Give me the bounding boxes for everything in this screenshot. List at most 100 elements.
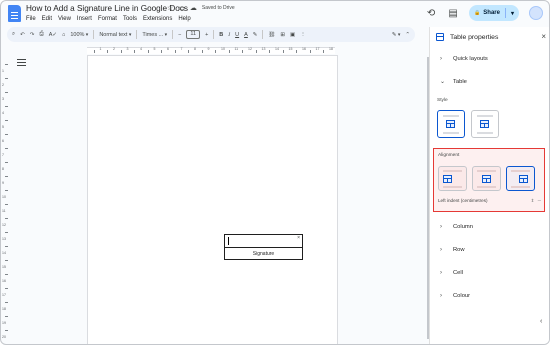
ruler-number: 8 bbox=[2, 167, 4, 171]
redo-icon[interactable]: ↷ bbox=[30, 32, 35, 38]
ruler-tick bbox=[201, 50, 203, 53]
chevron-right-icon: › bbox=[440, 270, 442, 276]
editing-mode-icon[interactable]: ✎ bbox=[392, 32, 401, 38]
more-options-icon[interactable]: ⋮ bbox=[300, 32, 306, 38]
avatar[interactable] bbox=[529, 6, 543, 20]
docs-logo-icon[interactable] bbox=[8, 5, 21, 22]
section-quick-layouts[interactable]: › Quick layouts bbox=[440, 56, 488, 62]
style-select[interactable]: Normal text bbox=[99, 32, 131, 38]
ruler-number: 7 bbox=[2, 153, 4, 157]
ruler-tick bbox=[296, 50, 298, 53]
underline-button[interactable]: U bbox=[235, 32, 239, 38]
ruler-number: 4 bbox=[140, 47, 142, 51]
section-colour[interactable]: › Colour bbox=[440, 293, 470, 299]
section-cell[interactable]: › Cell bbox=[440, 270, 463, 276]
ruler-number: 19 bbox=[2, 321, 6, 325]
ruler-tick bbox=[5, 64, 8, 65]
ruler-tick bbox=[5, 78, 8, 79]
ruler-tick bbox=[147, 50, 149, 53]
version-history-icon[interactable]: ⟲ bbox=[425, 8, 437, 19]
align-left-option[interactable] bbox=[438, 166, 467, 191]
text-color-button[interactable]: A bbox=[244, 32, 248, 38]
menu-file[interactable]: File bbox=[26, 16, 36, 22]
ruler-tick bbox=[5, 148, 8, 149]
signature-table[interactable]: × Signature bbox=[224, 234, 303, 260]
ruler-tick bbox=[5, 120, 8, 121]
close-icon[interactable]: × bbox=[541, 32, 546, 41]
ruler-number: 13 bbox=[261, 47, 266, 51]
ruler-tick bbox=[5, 134, 8, 135]
ruler-number: 8 bbox=[194, 47, 196, 51]
ruler-number: 4 bbox=[2, 111, 4, 115]
ruler-tick bbox=[5, 204, 8, 205]
paint-format-icon[interactable]: ⌂ bbox=[62, 32, 65, 38]
search-menus-icon[interactable]: ⌕ bbox=[12, 31, 15, 38]
document-page[interactable]: × Signature bbox=[87, 55, 338, 344]
menu-extensions[interactable]: Extensions bbox=[143, 16, 172, 22]
document-title[interactable]: How to Add a Signature Line in Google Do… bbox=[26, 4, 188, 13]
signature-label-cell[interactable]: Signature bbox=[225, 248, 302, 260]
align-right-option[interactable] bbox=[506, 166, 535, 191]
ruler-tick bbox=[228, 50, 230, 53]
show-side-panel-icon[interactable]: ‹ bbox=[540, 318, 548, 328]
hide-menus-icon[interactable]: ⌃ bbox=[405, 32, 410, 38]
ruler-number: 15 bbox=[2, 265, 6, 269]
ruler-number: 6 bbox=[167, 47, 169, 51]
vertical-ruler[interactable]: 1 2 3 4 5 6 7 8 9 10 11 12 13 14 15 16 17 18 19 20 bbox=[1, 57, 9, 342]
ruler-tick bbox=[269, 50, 271, 53]
table-close-icon[interactable]: × bbox=[297, 235, 300, 241]
menu-edit[interactable]: Edit bbox=[42, 16, 52, 22]
share-dropdown-icon[interactable]: ▾ bbox=[511, 10, 514, 17]
increase-font-size-button[interactable]: + bbox=[205, 32, 208, 38]
zoom-select[interactable]: 100% bbox=[70, 32, 88, 38]
table-icon bbox=[436, 33, 444, 41]
ruler-number: 3 bbox=[126, 47, 129, 51]
highlight-color-icon[interactable]: ✎ bbox=[253, 32, 258, 38]
style-label: Style bbox=[437, 98, 448, 103]
text-cursor bbox=[228, 237, 229, 245]
signature-cell[interactable]: × bbox=[225, 235, 302, 248]
star-icon[interactable]: ☆ bbox=[167, 4, 173, 12]
insert-image-icon[interactable]: ▣ bbox=[290, 32, 295, 38]
horizontal-ruler[interactable]: 1 2 3 4 5 6 7 8 9 10 11 12 13 14 15 16 17 18 bbox=[13, 47, 427, 54]
decrease-font-size-button[interactable]: − bbox=[178, 32, 181, 38]
spellcheck-icon[interactable]: A✓ bbox=[49, 32, 57, 38]
menu-tools[interactable]: Tools bbox=[123, 16, 137, 22]
align-center-option[interactable] bbox=[472, 166, 501, 191]
menu-format[interactable]: Format bbox=[98, 16, 117, 22]
print-icon[interactable]: ⎙ bbox=[39, 31, 43, 38]
comments-icon[interactable]: ▤ bbox=[447, 8, 459, 19]
share-button[interactable]: 🔒 Share ▾ bbox=[469, 5, 519, 21]
style-option-1[interactable] bbox=[437, 110, 465, 138]
style-option-2[interactable] bbox=[471, 110, 499, 138]
ruler-tick bbox=[161, 50, 163, 53]
document-outline-icon[interactable] bbox=[17, 59, 26, 66]
add-comment-icon[interactable]: ⊞ bbox=[280, 32, 285, 38]
lock-icon: 🔒 bbox=[474, 10, 481, 16]
left-indent-stepper[interactable]: ⇕ ─ bbox=[531, 198, 542, 204]
alignment-section: Alignment Left indent (centimetres) ⇕ ─ bbox=[433, 148, 545, 212]
ruler-tick bbox=[93, 50, 95, 53]
font-size-input[interactable]: 11 bbox=[186, 30, 201, 39]
move-folder-icon[interactable]: ▭ bbox=[178, 4, 185, 12]
ruler-tick bbox=[5, 218, 8, 219]
section-row[interactable]: › Row bbox=[440, 247, 465, 253]
italic-button[interactable]: I bbox=[228, 32, 230, 38]
menu-insert[interactable]: Insert bbox=[77, 16, 92, 22]
ruler-tick bbox=[5, 176, 8, 177]
docs-window: How to Add a Signature Line in Google Do… bbox=[0, 0, 550, 345]
menu-view[interactable]: View bbox=[58, 16, 71, 22]
saved-status[interactable]: Saved to Drive bbox=[202, 5, 235, 11]
undo-icon[interactable]: ↶ bbox=[20, 32, 25, 38]
ruler-number: 7 bbox=[180, 47, 183, 51]
bold-button[interactable]: B bbox=[219, 32, 223, 38]
ruler-number: 6 bbox=[2, 139, 4, 143]
section-column[interactable]: › Column bbox=[440, 224, 473, 230]
ruler-tick bbox=[5, 274, 8, 275]
section-table[interactable]: ⌄ Table bbox=[440, 78, 467, 86]
ruler-number: 17 bbox=[315, 47, 320, 51]
menu-help[interactable]: Help bbox=[178, 16, 190, 22]
insert-link-icon[interactable]: ⛓ bbox=[268, 32, 275, 38]
ruler-tick bbox=[5, 330, 8, 331]
font-select[interactable]: Times ... bbox=[142, 32, 167, 38]
